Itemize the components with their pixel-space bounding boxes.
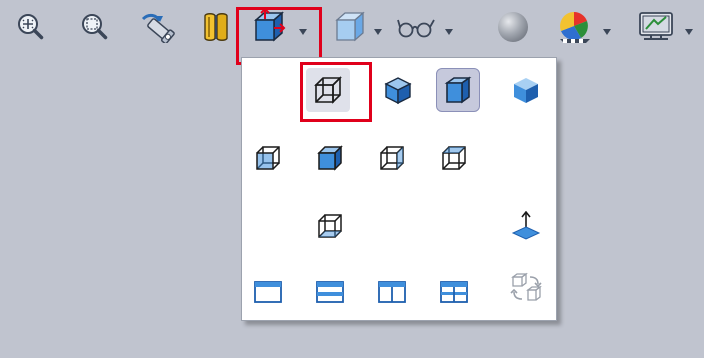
view-settings-button[interactable] (636, 8, 676, 46)
shaded-with-edges-button[interactable] (436, 68, 480, 112)
hidden-lines-visible-icon (384, 77, 412, 105)
two-view-vertical-button[interactable] (370, 270, 414, 314)
trimetric-button[interactable] (308, 136, 352, 180)
link-views-icon (510, 272, 542, 301)
single-view-icon (318, 214, 342, 238)
shaded-icon (514, 78, 538, 103)
normal-to-button[interactable] (432, 136, 476, 180)
hide-show-items-icon (397, 19, 435, 38)
section-view-icon (204, 13, 228, 41)
apply-scene-icon (560, 12, 590, 43)
two-view-vertical-icon (378, 281, 406, 303)
two-view-horizontal-icon (316, 281, 344, 303)
single-viewport-button[interactable] (246, 270, 290, 314)
apply-scene-dropdown-icon[interactable] (602, 28, 612, 36)
previous-view-button[interactable] (138, 8, 178, 46)
isometric-button[interactable] (246, 136, 290, 180)
section-view-button[interactable] (200, 8, 232, 46)
dimetric-button[interactable] (370, 136, 414, 180)
dimetric-icon (380, 146, 404, 170)
display-style-dropdown-icon[interactable] (373, 28, 383, 36)
zoom-to-fit-icon (18, 14, 44, 40)
trimetric-icon (317, 145, 343, 171)
view-orientation-menu (241, 57, 557, 321)
hidden-lines-visible-button[interactable] (376, 68, 420, 112)
shaded-with-edges-icon (444, 76, 472, 104)
view-selector-button[interactable] (504, 204, 548, 248)
normal-to-icon (442, 146, 466, 170)
single-view-button[interactable] (308, 204, 352, 248)
single-viewport-icon (254, 281, 282, 303)
display-style-button[interactable] (330, 8, 370, 46)
hide-show-items-button[interactable] (394, 8, 440, 46)
view-selector-icon (511, 211, 541, 240)
hide-show-items-dropdown-icon[interactable] (444, 28, 454, 36)
isometric-icon (256, 146, 280, 170)
apply-scene-button[interactable] (556, 8, 594, 46)
four-view-icon (440, 281, 468, 303)
wireframe-highlight (300, 62, 372, 122)
view-settings-dropdown-icon[interactable] (684, 28, 694, 36)
edit-appearance-icon (498, 12, 528, 42)
shaded-button[interactable] (504, 68, 548, 112)
zoom-to-fit-button[interactable] (16, 8, 46, 46)
four-view-button[interactable] (432, 270, 476, 314)
display-style-icon (335, 11, 365, 42)
zoom-to-area-button[interactable] (80, 8, 110, 46)
edit-appearance-button[interactable] (494, 8, 532, 46)
zoom-to-area-icon (82, 14, 108, 40)
two-view-horizontal-button[interactable] (308, 270, 352, 314)
view-settings-icon (639, 12, 673, 40)
link-views-button[interactable] (504, 266, 548, 310)
previous-view-icon (141, 13, 175, 43)
